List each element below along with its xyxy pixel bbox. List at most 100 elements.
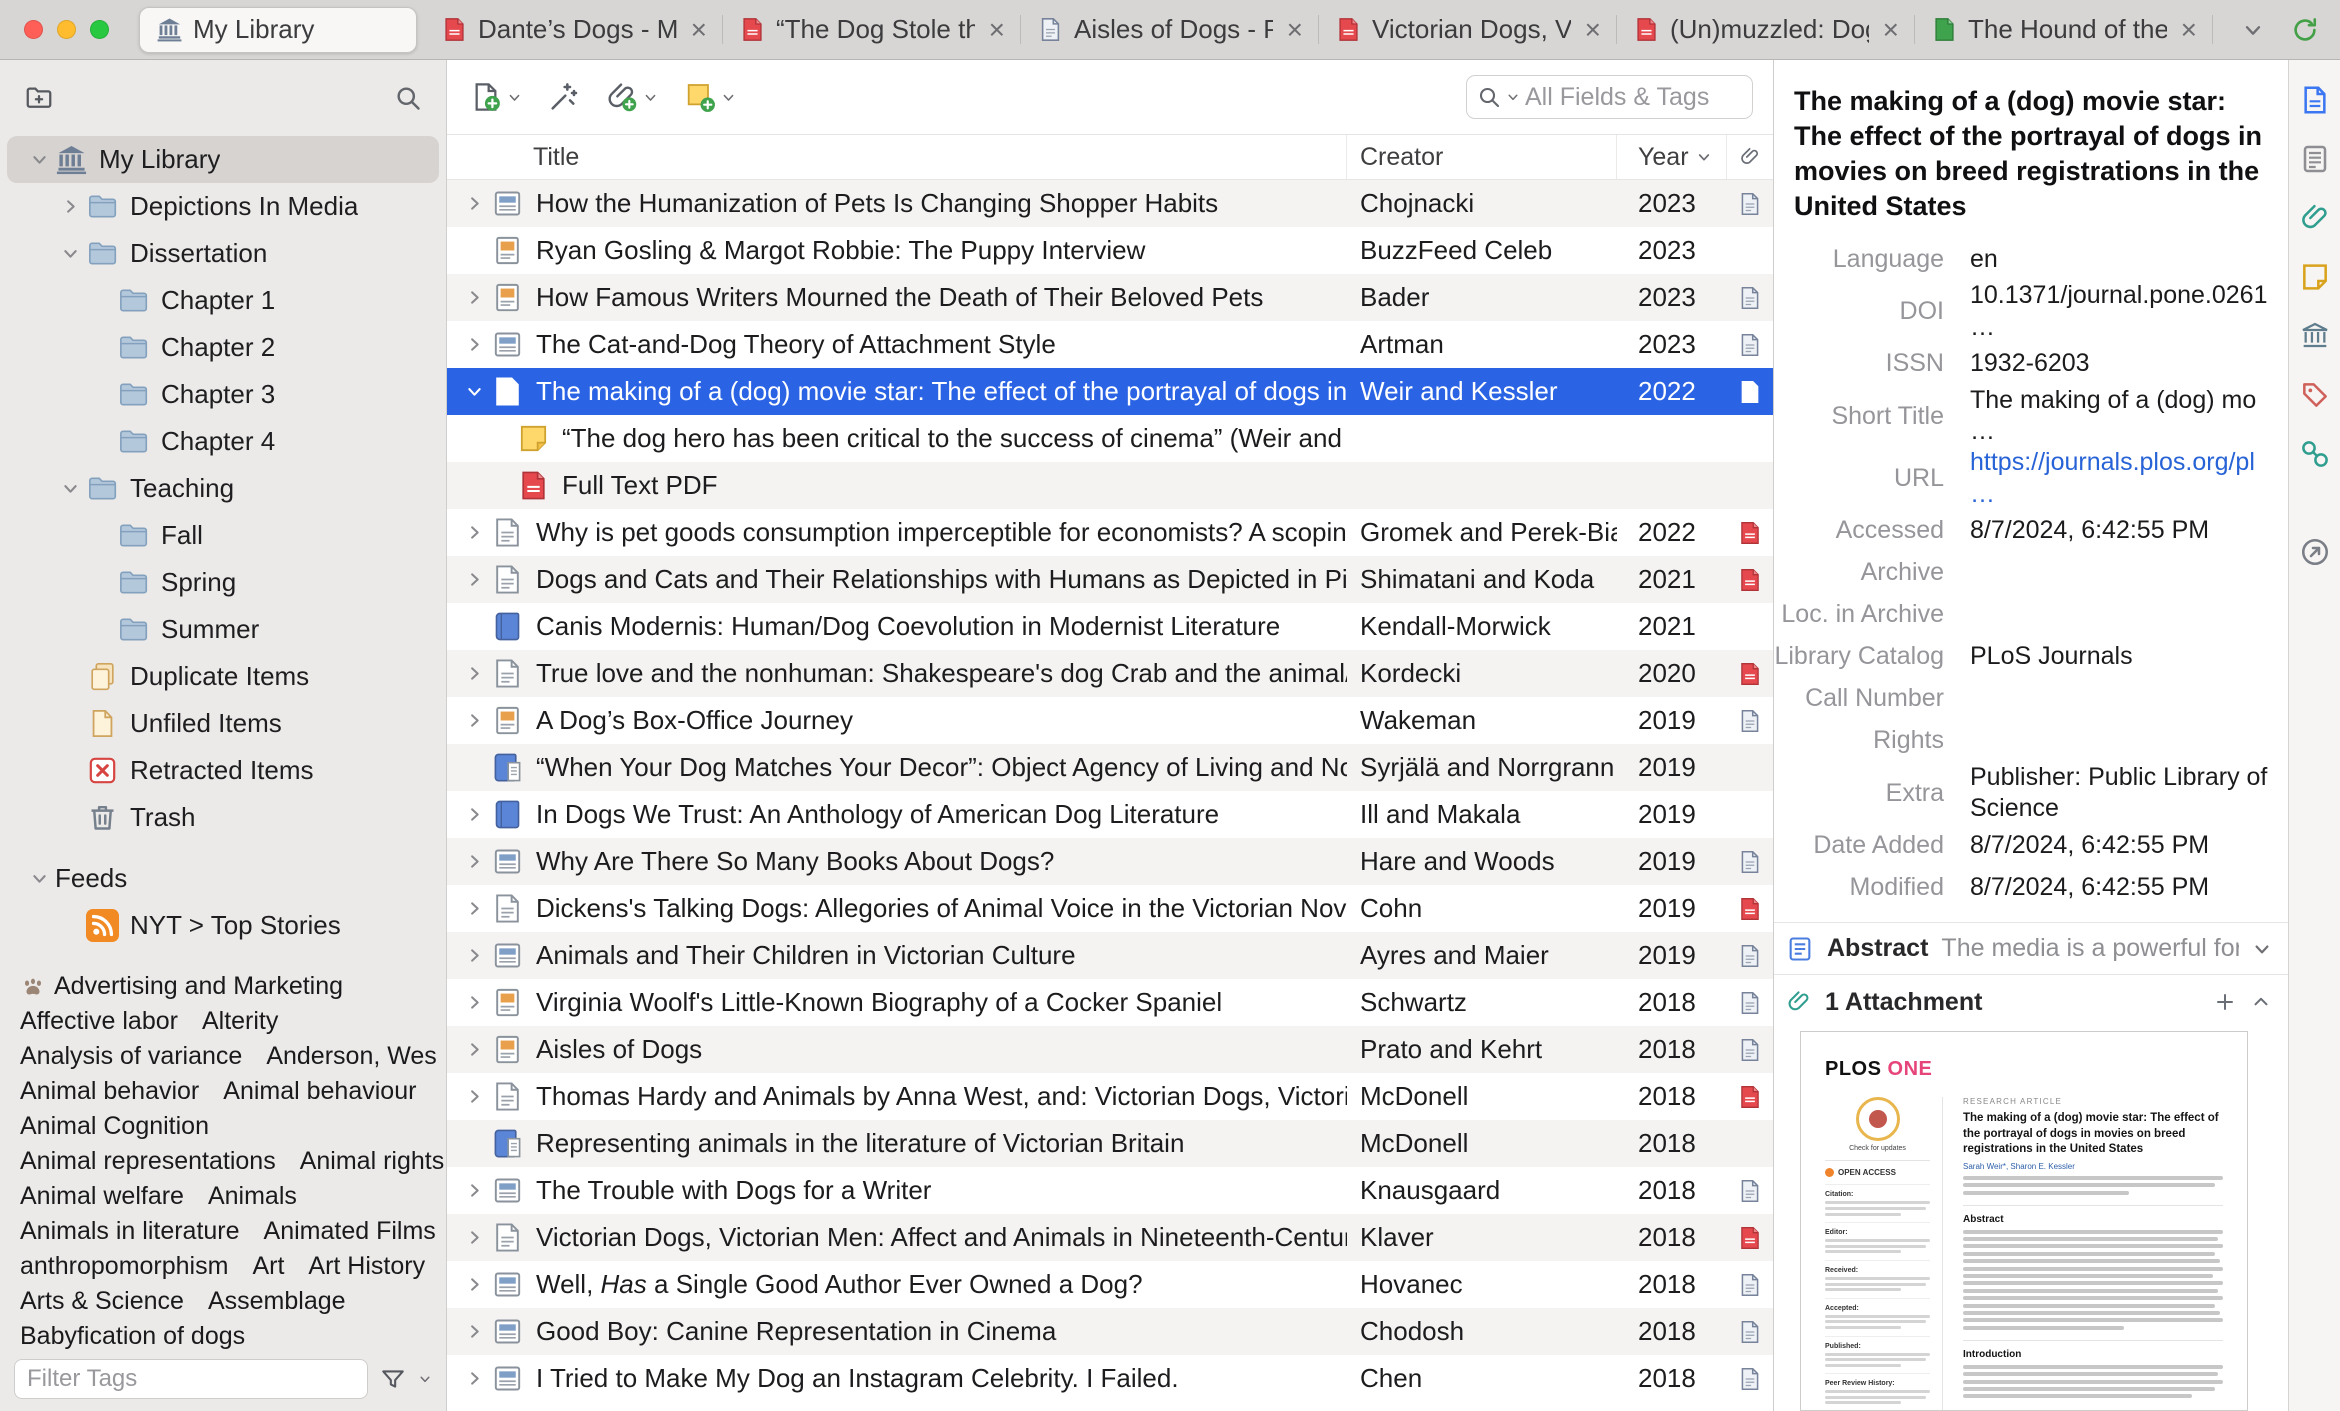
new-item-button[interactable] xyxy=(461,75,531,119)
tab-my-library[interactable]: My Library xyxy=(139,6,417,53)
field-value[interactable]: 1932-6203 xyxy=(1944,348,2274,379)
tab-the-hound-of-the-b[interactable]: The Hound of the B × xyxy=(1915,0,2213,59)
item-row[interactable]: The Cat-and-Dog Theory of Attachment Sty… xyxy=(447,321,1773,368)
tag-advertising-and-marketing[interactable]: Advertising and Marketing xyxy=(20,972,343,1001)
tag-alterity[interactable]: Alterity xyxy=(202,1007,278,1036)
field-label[interactable]: URL xyxy=(1774,464,1944,493)
tab-victorian-dogs-vict[interactable]: Victorian Dogs, Vict × xyxy=(1319,0,1617,59)
field-label[interactable]: Date Added xyxy=(1774,831,1944,860)
item-row[interactable]: Dickens's Talking Dogs: Allegories of An… xyxy=(447,885,1773,932)
expand-abstract-icon[interactable] xyxy=(2252,939,2272,959)
tag-assemblage[interactable]: Assemblage xyxy=(208,1287,346,1316)
item-row[interactable]: The making of a (dog) movie star: The ef… xyxy=(447,368,1773,415)
tab-close-icon[interactable]: × xyxy=(985,15,1005,44)
tag-affective-labor[interactable]: Affective labor xyxy=(20,1007,178,1036)
collection-search-button[interactable] xyxy=(394,84,422,112)
field-value[interactable]: PLoS Journals xyxy=(1944,641,2274,672)
field-value[interactable]: 8/7/2024, 6:42:55 PM xyxy=(1944,872,2274,903)
pane-tab-attachments[interactable] xyxy=(2297,200,2333,236)
sidebar-item-retracted-items[interactable]: Retracted Items xyxy=(7,747,439,794)
sidebar-item-spring[interactable]: Spring xyxy=(7,559,439,606)
field-value[interactable]: en xyxy=(1944,244,2274,275)
attachment-row[interactable]: Full Text PDF xyxy=(447,462,1773,509)
twisty-icon[interactable] xyxy=(457,799,491,831)
pane-tab-notes[interactable] xyxy=(2297,259,2333,295)
item-row[interactable]: Dogs and Cats and Their Relationships wi… xyxy=(447,556,1773,603)
twisty-icon[interactable] xyxy=(457,282,491,314)
pane-tab-related[interactable] xyxy=(2297,436,2333,472)
field-value[interactable]: https://journals.plos.org/pl … xyxy=(1944,447,2274,510)
item-row[interactable]: Canis Modernis: Human/Dog Coevolution in… xyxy=(447,603,1773,650)
field-value[interactable]: 8/7/2024, 6:42:55 PM xyxy=(1944,830,2274,861)
tag-animal-welfare[interactable]: Animal welfare xyxy=(20,1182,184,1211)
sidebar-item-depictions-in-media[interactable]: Depictions In Media xyxy=(7,183,439,230)
field-label[interactable]: Archive xyxy=(1774,558,1944,587)
tag-arts-science[interactable]: Arts & Science xyxy=(20,1287,184,1316)
item-row[interactable]: I Tried to Make My Dog an Instagram Cele… xyxy=(447,1355,1773,1402)
field-label[interactable]: Library Catalog xyxy=(1774,642,1944,671)
tag-analysis-of-variance[interactable]: Analysis of variance xyxy=(20,1042,242,1071)
tab-close-icon[interactable]: × xyxy=(1283,15,1303,44)
sidebar-item-teaching[interactable]: Teaching xyxy=(7,465,439,512)
twisty-icon[interactable] xyxy=(457,1081,491,1113)
tag-filter-options-icon[interactable] xyxy=(380,1366,406,1392)
item-row[interactable]: Why Are There So Many Books About Dogs? H… xyxy=(447,838,1773,885)
item-row[interactable]: “When Your Dog Matches Your Decor”: Obje… xyxy=(447,744,1773,791)
field-label[interactable]: Call Number xyxy=(1774,684,1944,713)
column-header-attachments[interactable] xyxy=(1727,135,1773,179)
add-attachment-button[interactable] xyxy=(597,75,667,119)
tab-close-icon[interactable]: × xyxy=(2177,15,2197,44)
sidebar-item-dissertation[interactable]: Dissertation xyxy=(7,230,439,277)
twisty-icon[interactable] xyxy=(54,238,86,270)
field-value[interactable]: Publisher: Public Library of Science xyxy=(1944,762,2274,825)
sidebar-item-chapter-2[interactable]: Chapter 2 xyxy=(7,324,439,371)
tab-overflow-button[interactable] xyxy=(2242,19,2264,41)
field-label[interactable]: Rights xyxy=(1774,726,1944,755)
zoom-window-button[interactable] xyxy=(90,20,109,39)
twisty-icon[interactable] xyxy=(23,144,55,176)
twisty-icon[interactable] xyxy=(457,517,491,549)
item-row[interactable]: Why is pet goods consumption imperceptib… xyxy=(447,509,1773,556)
twisty-icon[interactable] xyxy=(23,863,55,895)
twisty-icon[interactable] xyxy=(457,1363,491,1395)
column-header-year[interactable]: Year xyxy=(1617,135,1727,179)
sidebar-item-summer[interactable]: Summer xyxy=(7,606,439,653)
field-value[interactable]: 8/7/2024, 6:42:55 PM xyxy=(1944,515,2274,546)
tab-close-icon[interactable]: × xyxy=(687,15,707,44)
sidebar-item-feeds[interactable]: Feeds xyxy=(7,855,439,902)
items-search-input[interactable] xyxy=(1525,82,1742,112)
item-row[interactable]: Representing animals in the literature o… xyxy=(447,1120,1773,1167)
tag-animal-rights[interactable]: Animal rights xyxy=(300,1147,445,1176)
tag-animals[interactable]: Animals xyxy=(208,1182,297,1211)
minimize-window-button[interactable] xyxy=(57,20,76,39)
twisty-icon[interactable] xyxy=(457,1034,491,1066)
field-label[interactable]: Modified xyxy=(1774,873,1945,902)
tag-animal-behavior[interactable]: Animal behavior xyxy=(20,1077,199,1106)
attachment-preview[interactable]: PLOS ONE Check for updates OPEN ACCESS C… xyxy=(1800,1031,2248,1411)
tab-the-dog-stole-the[interactable]: “The Dog Stole the × xyxy=(723,0,1021,59)
twisty-icon[interactable] xyxy=(457,564,491,596)
tag-filter-input[interactable] xyxy=(14,1358,368,1399)
new-collection-button[interactable] xyxy=(24,83,54,113)
pane-tab-tags[interactable] xyxy=(2297,377,2333,413)
twisty-icon[interactable] xyxy=(457,1222,491,1254)
item-row[interactable]: Good Boy: Canine Representation in Cinem… xyxy=(447,1308,1773,1355)
item-row[interactable]: Aisles of Dogs Prato and Kehrt 2018 xyxy=(447,1026,1773,1073)
item-row[interactable]: Ryan Gosling & Margot Robbie: The Puppy … xyxy=(447,227,1773,274)
abstract-section-header[interactable]: Abstract The media is a powerful forc… xyxy=(1774,922,2288,974)
pane-tab-locate[interactable] xyxy=(2297,534,2333,570)
item-row[interactable]: Animals and Their Children in Victorian … xyxy=(447,932,1773,979)
sidebar-item-chapter-4[interactable]: Chapter 4 xyxy=(7,418,439,465)
item-row[interactable]: Well, Has a Single Good Author Ever Owne… xyxy=(447,1261,1773,1308)
search-scope-chevron-icon[interactable] xyxy=(1506,90,1520,104)
item-row[interactable]: A Dog’s Box-Office Journey Wakeman 2019 xyxy=(447,697,1773,744)
tag-animal-representations[interactable]: Animal representations xyxy=(20,1147,276,1176)
tag-animal-cognition[interactable]: Animal Cognition xyxy=(20,1112,209,1141)
field-value[interactable]: The making of a (dog) mo … xyxy=(1944,385,2274,448)
tag-anderson-wes[interactable]: Anderson, Wes xyxy=(266,1042,436,1071)
twisty-icon[interactable] xyxy=(457,376,491,408)
tag-animal-behaviour[interactable]: Animal behaviour xyxy=(223,1077,416,1106)
item-row[interactable]: Virginia Woolf's Little-Known Biography … xyxy=(447,979,1773,1026)
field-label[interactable]: DOI xyxy=(1774,297,1944,326)
twisty-icon[interactable] xyxy=(457,893,491,925)
